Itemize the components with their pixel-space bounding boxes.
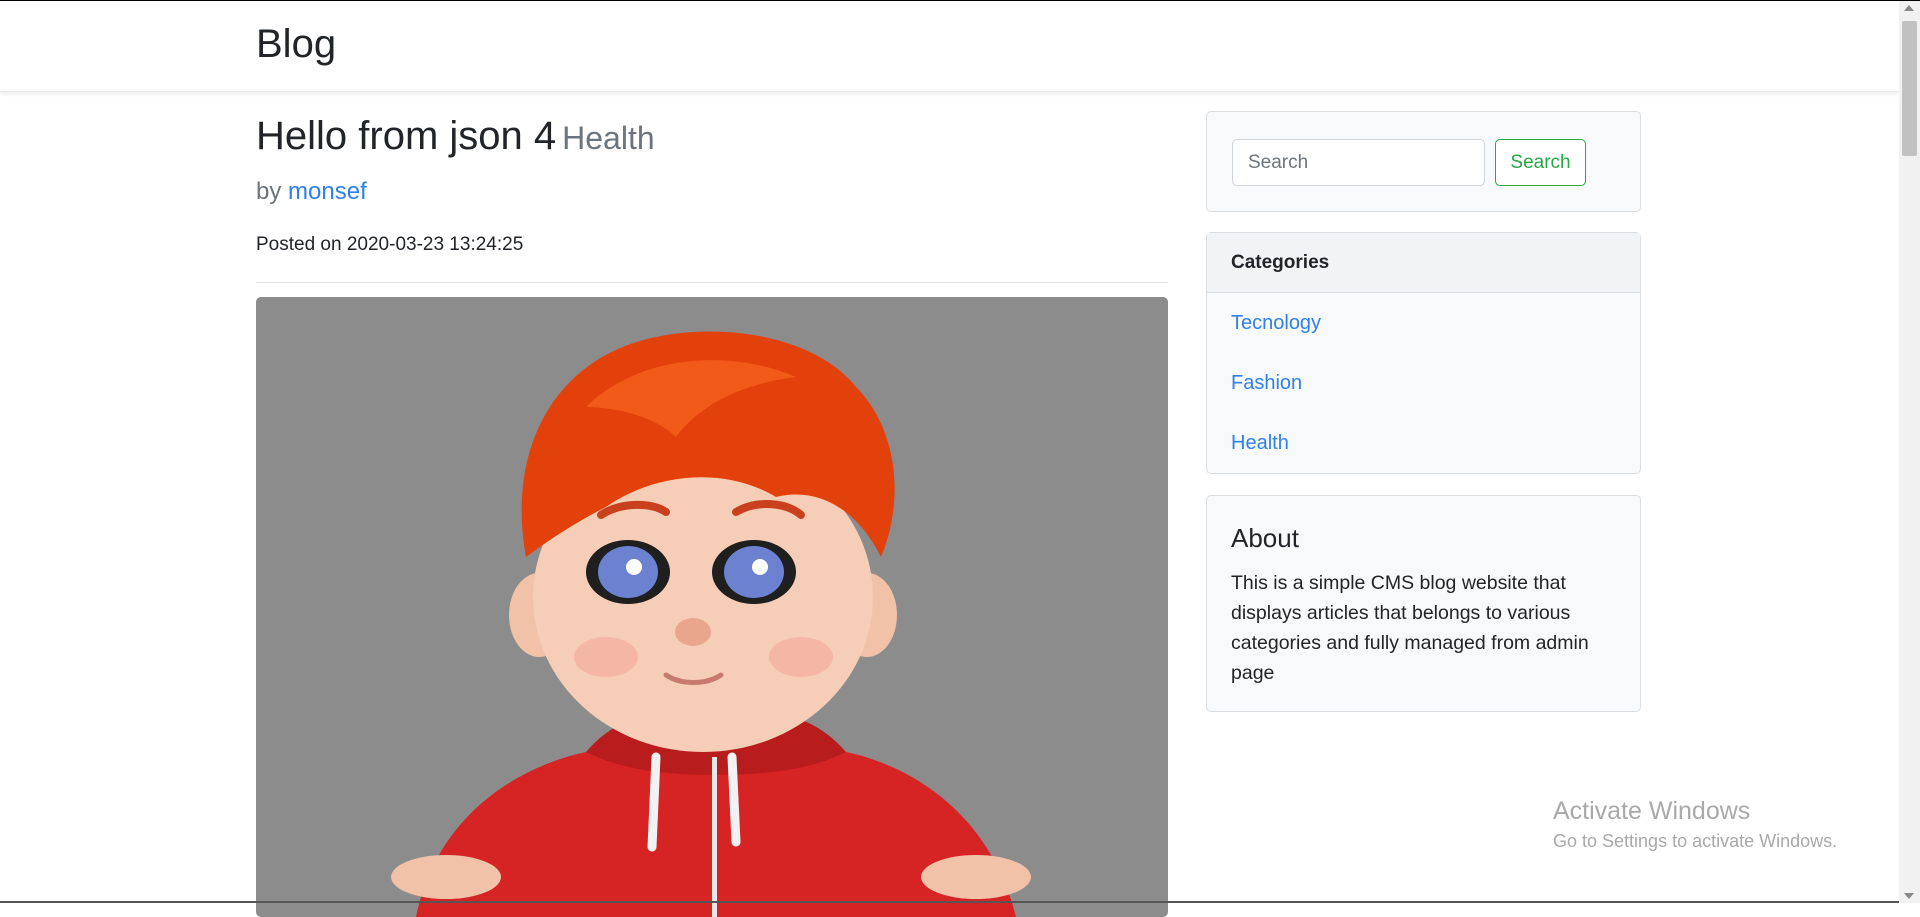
about-title: About xyxy=(1231,523,1299,553)
divider xyxy=(256,282,1168,283)
eye-right-glint xyxy=(752,559,768,575)
scrollbar-thumb[interactable] xyxy=(1902,21,1917,156)
nose xyxy=(675,618,711,646)
hoodie-string-left xyxy=(647,752,661,852)
post-author-line: by monsef xyxy=(256,176,1168,208)
hoodie-string-right xyxy=(727,752,741,847)
category-link-fashion[interactable]: Fashion xyxy=(1231,372,1302,394)
categories-list: Tecnology Fashion Health xyxy=(1207,293,1640,473)
post-date: Posted on 2020-03-23 13:24:25 xyxy=(256,234,524,255)
by-label: by xyxy=(256,178,282,205)
category-link-tecnology[interactable]: Tecnology xyxy=(1231,312,1321,334)
cartoon-boy-illustration xyxy=(391,331,1031,917)
scroll-up-arrow-icon[interactable] xyxy=(1904,5,1914,11)
cheek-left xyxy=(574,637,638,677)
post-image xyxy=(256,297,1168,917)
brand-link[interactable]: Blog xyxy=(256,20,336,68)
about-text: This is a simple CMS blog website that d… xyxy=(1231,572,1589,684)
search-button[interactable]: Search xyxy=(1495,139,1586,186)
windows-activation-watermark: Activate Windows Go to Settings to activ… xyxy=(1553,795,1837,853)
watermark-title: Activate Windows xyxy=(1553,797,1751,825)
watermark-subtitle: Go to Settings to activate Windows. xyxy=(1553,831,1838,851)
post-title-text: Hello from json 4 xyxy=(256,114,557,158)
category-item: Tecnology xyxy=(1231,293,1616,353)
scroll-down-arrow-icon[interactable] xyxy=(1904,893,1914,899)
author-link[interactable]: monsef xyxy=(288,178,367,205)
category-item: Fashion xyxy=(1231,353,1616,413)
post-category: Health xyxy=(562,120,655,156)
category-item: Health xyxy=(1231,413,1616,473)
vertical-scrollbar[interactable] xyxy=(1899,1,1920,903)
cheek-right xyxy=(769,637,833,677)
category-link-health[interactable]: Health xyxy=(1231,432,1289,454)
search-card: Search xyxy=(1206,111,1641,212)
hoodie-zipper xyxy=(712,757,717,917)
eye-left-glint xyxy=(626,559,642,575)
hand-right xyxy=(921,855,1031,899)
top-navbar: Blog xyxy=(0,1,1899,92)
categories-title: Categories xyxy=(1207,233,1640,293)
post-main: Hello from json 4 Health by monsef Posted… xyxy=(256,110,1168,283)
hand-left xyxy=(391,855,501,899)
post-title: Hello from json 4 Health xyxy=(256,110,1168,164)
categories-card: Categories Tecnology Fashion Health xyxy=(1206,232,1641,474)
about-card: About This is a simple CMS blog website … xyxy=(1206,495,1641,712)
search-input[interactable] xyxy=(1232,139,1485,186)
